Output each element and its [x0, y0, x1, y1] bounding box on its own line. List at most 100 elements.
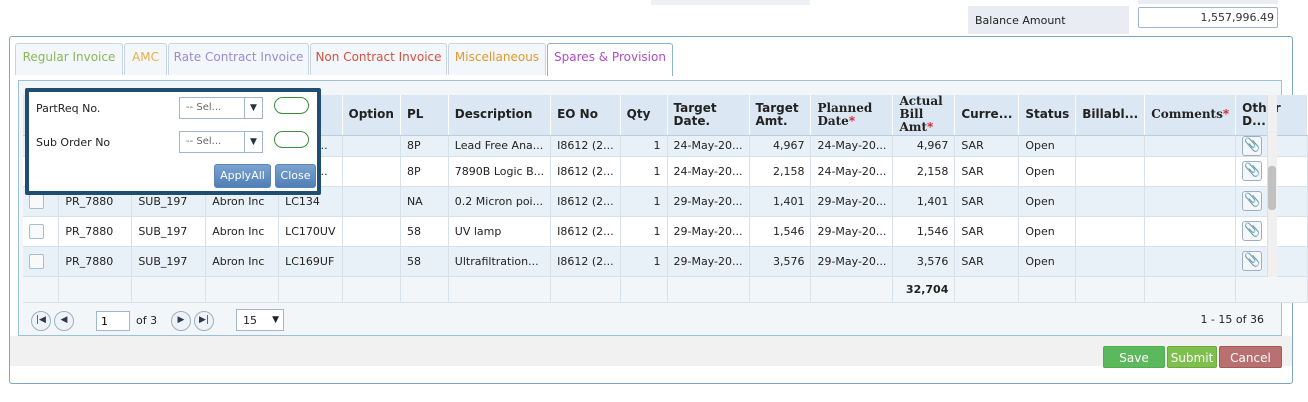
table-cell: SAR	[954, 135, 1020, 157]
table-cell: 8P	[400, 156, 449, 187]
summary-cell	[342, 276, 401, 303]
next-page-button[interactable]: ▶	[171, 311, 191, 331]
summary-cell	[58, 276, 133, 303]
grid-scroll-thumb[interactable]	[1268, 166, 1276, 210]
table-cell: Open	[1018, 246, 1077, 277]
summary-cell	[620, 276, 668, 303]
apply-all-button[interactable]: ApplyAll	[214, 164, 271, 188]
panel-footer-strip	[10, 336, 1292, 366]
summary-cell	[1144, 276, 1237, 303]
planned-date-label: Planned Date	[817, 100, 873, 128]
header-comments[interactable]: Comments*	[1144, 95, 1237, 136]
header-option[interactable]: Option	[342, 95, 401, 136]
tab-miscellaneous[interactable]: Miscellaneous	[448, 43, 546, 75]
tab-non-contract-invoice[interactable]: Non Contract Invoice	[310, 43, 447, 75]
balance-amount-input[interactable]	[1138, 7, 1278, 28]
table-cell: 29-May-20...	[667, 216, 750, 247]
submit-button[interactable]: Submit	[1167, 346, 1217, 368]
summary-cell	[667, 276, 750, 303]
header-eo-no[interactable]: EO No	[550, 95, 621, 136]
balance-top-strip	[1138, 0, 1278, 4]
total-actual-bill: 32,704	[892, 276, 956, 303]
paperclip-icon[interactable]: 📎	[1242, 251, 1263, 271]
table-cell	[1144, 156, 1237, 187]
summary-cell	[550, 276, 621, 303]
row-checkbox[interactable]	[29, 193, 44, 209]
header-pl[interactable]: PL	[400, 95, 449, 136]
header-billable[interactable]: Billabl...	[1075, 95, 1146, 136]
prev-page-button[interactable]: ◀	[54, 311, 74, 331]
paperclip-icon[interactable]: 📎	[1242, 161, 1263, 181]
table-cell: 0.2 Micron poi...	[448, 186, 552, 217]
tab-rate-contract-invoice[interactable]: Rate Contract Invoice	[168, 43, 309, 75]
table-cell: 58	[400, 246, 449, 277]
table-cell	[1144, 135, 1237, 157]
table-cell: UV lamp	[448, 216, 552, 247]
table-cell	[1144, 216, 1237, 247]
table-cell: PR_7880	[58, 246, 133, 277]
table-cell	[1075, 216, 1146, 247]
header-status[interactable]: Status	[1018, 95, 1077, 136]
partreq-toggle[interactable]	[274, 97, 309, 114]
row-checkbox[interactable]	[29, 223, 44, 239]
summary-cell	[810, 276, 894, 303]
tab-regular-invoice[interactable]: Regular Invoice	[15, 43, 123, 75]
header-currency[interactable]: Curre...	[954, 95, 1020, 136]
tab-amc[interactable]: AMC	[124, 43, 167, 75]
table-cell: 29-May-20...	[810, 216, 894, 247]
table-cell: 29-May-20...	[667, 246, 750, 277]
summary-cell	[205, 276, 280, 303]
summary-cell	[954, 276, 1020, 303]
table-cell	[342, 156, 401, 187]
table-cell: SAR	[954, 186, 1020, 217]
first-page-button[interactable]: |◀	[31, 311, 51, 331]
apply-all-popup: PartReq No. -- Sel... ▼ Sub Order No -- S…	[25, 88, 321, 195]
suborder-select-value: -- Sel...	[186, 136, 222, 147]
paperclip-icon[interactable]: 📎	[1242, 135, 1263, 155]
header-actual-bill-amt[interactable]: Actual Bill Amt*	[892, 95, 956, 136]
table-cell	[342, 186, 401, 217]
close-button[interactable]: Close	[275, 164, 316, 188]
page-size-select[interactable]: 15 ▼	[236, 309, 284, 331]
page-number-input[interactable]	[96, 311, 130, 331]
table-row[interactable]: PR_7880 SUB_197 Abron Inc LC170UV 58 UV lamp I…	[23, 216, 1308, 247]
header-qty[interactable]: Qty	[620, 95, 668, 136]
header-description[interactable]: Description	[448, 95, 552, 136]
header-planned-date[interactable]: Planned Date*	[810, 95, 894, 136]
suborder-select[interactable]: -- Sel... ▼	[179, 131, 263, 153]
header-target-amt[interactable]: Target Amt.	[749, 95, 812, 136]
table-cell: 1,401	[749, 186, 812, 217]
table-cell: 2,158	[749, 156, 812, 187]
balance-amount-label: Balance Amount	[975, 14, 1066, 27]
summary-cell	[400, 276, 449, 303]
table-cell: LC170UV	[278, 216, 343, 247]
table-cell: 1	[620, 135, 668, 157]
header-target-date[interactable]: Target Date.	[667, 95, 750, 136]
summary-cell	[448, 276, 552, 303]
table-cell	[23, 216, 60, 247]
partreq-select[interactable]: -- Sel... ▼	[179, 97, 263, 119]
paperclip-icon[interactable]: 📎	[1242, 191, 1263, 211]
table-cell: 1	[620, 186, 668, 217]
save-button[interactable]: Save	[1103, 346, 1165, 368]
summary-cell	[1235, 276, 1308, 303]
table-cell: SAR	[954, 216, 1020, 247]
table-cell: 8P	[400, 135, 449, 157]
page-size-value: 15	[243, 314, 257, 327]
table-cell: 58	[400, 216, 449, 247]
table-cell: 24-May-20...	[667, 156, 750, 187]
row-checkbox[interactable]	[29, 253, 44, 269]
cancel-button[interactable]: Cancel	[1219, 346, 1282, 368]
paperclip-icon[interactable]: 📎	[1242, 221, 1263, 241]
suborder-toggle[interactable]	[274, 131, 309, 148]
summary-cell	[1075, 276, 1146, 303]
tab-spares-provision[interactable]: Spares & Provision	[547, 43, 673, 76]
table-cell: 1	[620, 156, 668, 187]
last-page-button[interactable]: ▶|	[194, 311, 214, 331]
table-cell: 3,576	[892, 246, 956, 277]
suborder-label: Sub Order No	[36, 136, 111, 149]
table-cell: Abron Inc	[205, 216, 280, 247]
table-cell: Lead Free Ana...	[448, 135, 552, 157]
table-row[interactable]: PR_7880 SUB_197 Abron Inc LC169UF 58 Ultrafil…	[23, 246, 1308, 277]
table-cell: 7890B Logic B...	[448, 156, 552, 187]
